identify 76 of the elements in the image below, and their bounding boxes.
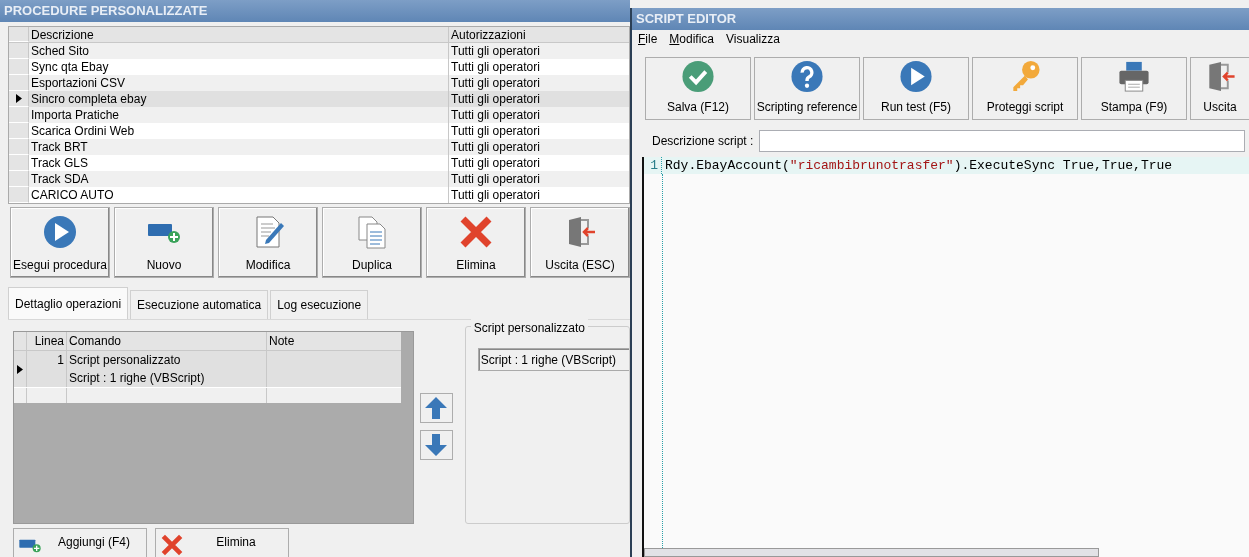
row-indicator: [9, 155, 29, 171]
delete-icon: [160, 533, 184, 557]
column-header: Note: [268, 333, 296, 350]
row-indicator: [9, 59, 29, 75]
check-icon: [680, 59, 716, 94]
table-cell-text: Script personalizzato: [69, 352, 182, 369]
row-indicator: [9, 107, 29, 123]
toolbar-button[interactable]: Stampa (F9): [1081, 57, 1187, 120]
table-row[interactable]: Track BRT Tutti gli operatori: [9, 139, 629, 155]
toolbar-button[interactable]: Elimina: [426, 207, 526, 278]
line-number: 1: [644, 157, 662, 174]
toolbar-button[interactable]: Duplica: [322, 207, 422, 278]
delete-icon: [458, 214, 494, 250]
toolbar-button[interactable]: Modifica: [218, 207, 318, 278]
script-summary-field[interactable]: Script : 1 righe (VBScript): [477, 348, 629, 371]
toolbar-button[interactable]: Salva (F12): [645, 57, 751, 120]
row-indicator: [9, 187, 29, 203]
toolbar-button[interactable]: Scripting reference: [754, 57, 860, 120]
window-title: PROCEDURE PERSONALIZZATE: [0, 0, 630, 22]
arrow-up-icon: [424, 396, 449, 420]
row-indicator: [9, 171, 29, 187]
code-line: Rdy.EbayAccount("ricambibrunotrasfer").ExecuteSync True,True,True: [664, 157, 1173, 174]
move-down-button[interactable]: [419, 430, 453, 460]
group-title: Script personalizzato: [470, 319, 589, 337]
table-cell-text: Tutti gli operatori: [450, 171, 541, 187]
table-cell-text: Tutti gli operatori: [450, 59, 541, 75]
row-indicator: [9, 139, 29, 155]
window-title: SCRIPT EDITOR: [632, 8, 1249, 30]
table-cell-text: Tutti gli operatori: [450, 91, 541, 107]
table-row[interactable]: Importa Pratiche Tutti gli operatori: [9, 107, 629, 123]
action-button[interactable]: Elimina: [155, 528, 289, 557]
table-row[interactable]: Esportazioni CSV Tutti gli operatori: [9, 75, 629, 91]
column-header: Linea: [27, 332, 67, 350]
description-field[interactable]: [759, 130, 1245, 152]
row-pointer-icon: [15, 94, 22, 103]
printer-icon: [1116, 59, 1152, 94]
help-icon: [789, 59, 825, 94]
table-cell-text: Tutti gli operatori: [450, 139, 541, 155]
toolbar-button[interactable]: Proteggi script: [972, 57, 1078, 120]
table-cell-text: Script : 1 righe (VBScript): [69, 370, 206, 387]
table-row[interactable]: 1 Script personalizzato Script : 1 righe (VBScript): [14, 351, 401, 387]
menu-item[interactable]: Visualizza: [726, 33, 780, 45]
toolbar-button[interactable]: Esegui procedura: [10, 207, 110, 278]
table-cell-text: Tutti gli operatori: [450, 155, 541, 171]
column-header: Descrizione: [29, 27, 449, 42]
toolbar-button[interactable]: Run test (F5): [863, 57, 969, 120]
table-row[interactable]: Track SDA Tutti gli operatori: [9, 171, 629, 187]
table-cell-text: Tutti gli operatori: [450, 187, 541, 203]
toolbar-button[interactable]: Uscita (ESC): [530, 207, 630, 278]
play-icon: [42, 214, 78, 250]
action-button[interactable]: Aggiungi (F4): [13, 528, 147, 557]
tab[interactable]: Dettaglio operazioni: [8, 287, 129, 319]
column-header: Comando: [67, 332, 267, 350]
table-row[interactable]: Sched Sito Tutti gli operatori: [9, 43, 629, 59]
table-row[interactable]: Sincro completa ebay Tutti gli operatori: [9, 91, 629, 107]
code-editor[interactable]: 1 Rdy.EbayAccount("ricambibrunotrasfer").ExecuteSync True,True,True: [642, 157, 1249, 557]
table-cell-text: Tutti gli operatori: [450, 43, 541, 59]
table-cell-text: Tutti gli operatori: [450, 123, 541, 139]
toolbar-button[interactable]: Uscita: [1190, 57, 1249, 120]
toolbar-button[interactable]: Nuovo: [114, 207, 214, 278]
menu-item[interactable]: File: [638, 33, 658, 45]
arrow-down-icon: [424, 433, 449, 457]
column-header: Autorizzazioni: [450, 27, 527, 42]
table-cell-text: Tutti gli operatori: [450, 75, 541, 91]
menu-item[interactable]: Modifica: [669, 33, 715, 45]
row-indicator: [9, 123, 29, 139]
row-indicator: [9, 75, 29, 91]
field-label: Descrizione script :: [652, 133, 754, 150]
row-pointer-icon: [17, 364, 23, 374]
move-up-button[interactable]: [419, 393, 453, 423]
horizontal-scrollbar[interactable]: [644, 548, 1099, 557]
tab[interactable]: Log esecuzione: [270, 290, 369, 319]
table-cell: CARICO AUTO: [29, 187, 449, 203]
table-cell-text: Tutti gli operatori: [450, 107, 541, 123]
tab[interactable]: Esecuzione automatica: [130, 290, 269, 319]
play-icon: [898, 59, 934, 94]
